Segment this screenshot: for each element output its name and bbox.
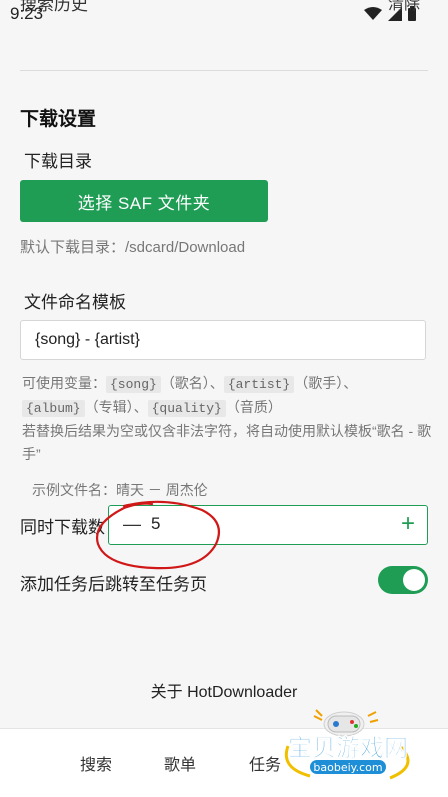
var-song: {song} [106, 376, 161, 393]
clear-history-button[interactable]: 清除 [388, 0, 420, 14]
section-title-download: 下载设置 [20, 109, 97, 130]
nav-tab-search[interactable]: 搜索 [80, 751, 112, 775]
annotation-circle [95, 500, 220, 570]
about-link[interactable]: 关于 HotDownloader [0, 678, 448, 702]
jump-to-tasks-label: 添加任务后跳转至任务页 [20, 575, 207, 594]
nav-tab-playlist[interactable]: 歌单 [164, 751, 196, 775]
increment-button[interactable]: + [401, 510, 415, 538]
divider [20, 70, 428, 71]
watermark-brand: 宝贝游戏网 [288, 734, 408, 762]
example-filename: 示例文件名：晴天 － 周杰伦 [32, 482, 208, 498]
hint-fallback: 若替换后结果为空或仅含非法字符，将自动使用默认模板“歌名 - 歌手” [22, 423, 432, 462]
status-time: 9:23 [10, 4, 44, 23]
template-input[interactable]: {song} - {artist} [20, 320, 426, 360]
wifi-icon [364, 6, 382, 20]
concurrent-label: 同时下载数 [20, 518, 105, 537]
watermark-logo: 宝贝游戏网 baobeiy.com [284, 709, 410, 780]
var-album: {album} [22, 400, 85, 417]
jump-to-tasks-toggle[interactable] [378, 566, 428, 594]
toggle-knob [403, 569, 425, 591]
template-hint: 可使用变量： {song} （歌名）、 {artist} （歌手）、 {album} （专… [22, 372, 432, 466]
hint-prefix: 可使用变量： [22, 375, 106, 391]
desc-song: （歌名）、 [160, 375, 224, 391]
default-dir-text: 默认下载目录：/sdcard/Download [20, 239, 246, 256]
desc-quality: （音质） [225, 399, 282, 415]
desc-artist: （歌手）、 [294, 375, 358, 391]
watermark-domain: baobeiy.com [313, 761, 382, 774]
var-quality: {quality} [147, 400, 226, 417]
desc-album: （专辑）、 [84, 399, 148, 415]
template-label: 文件命名模板 [24, 293, 126, 312]
download-dir-label: 下载目录 [24, 152, 92, 171]
var-artist: {artist} [223, 376, 295, 393]
select-saf-folder-button[interactable]: 选择 SAF 文件夹 [20, 180, 268, 222]
